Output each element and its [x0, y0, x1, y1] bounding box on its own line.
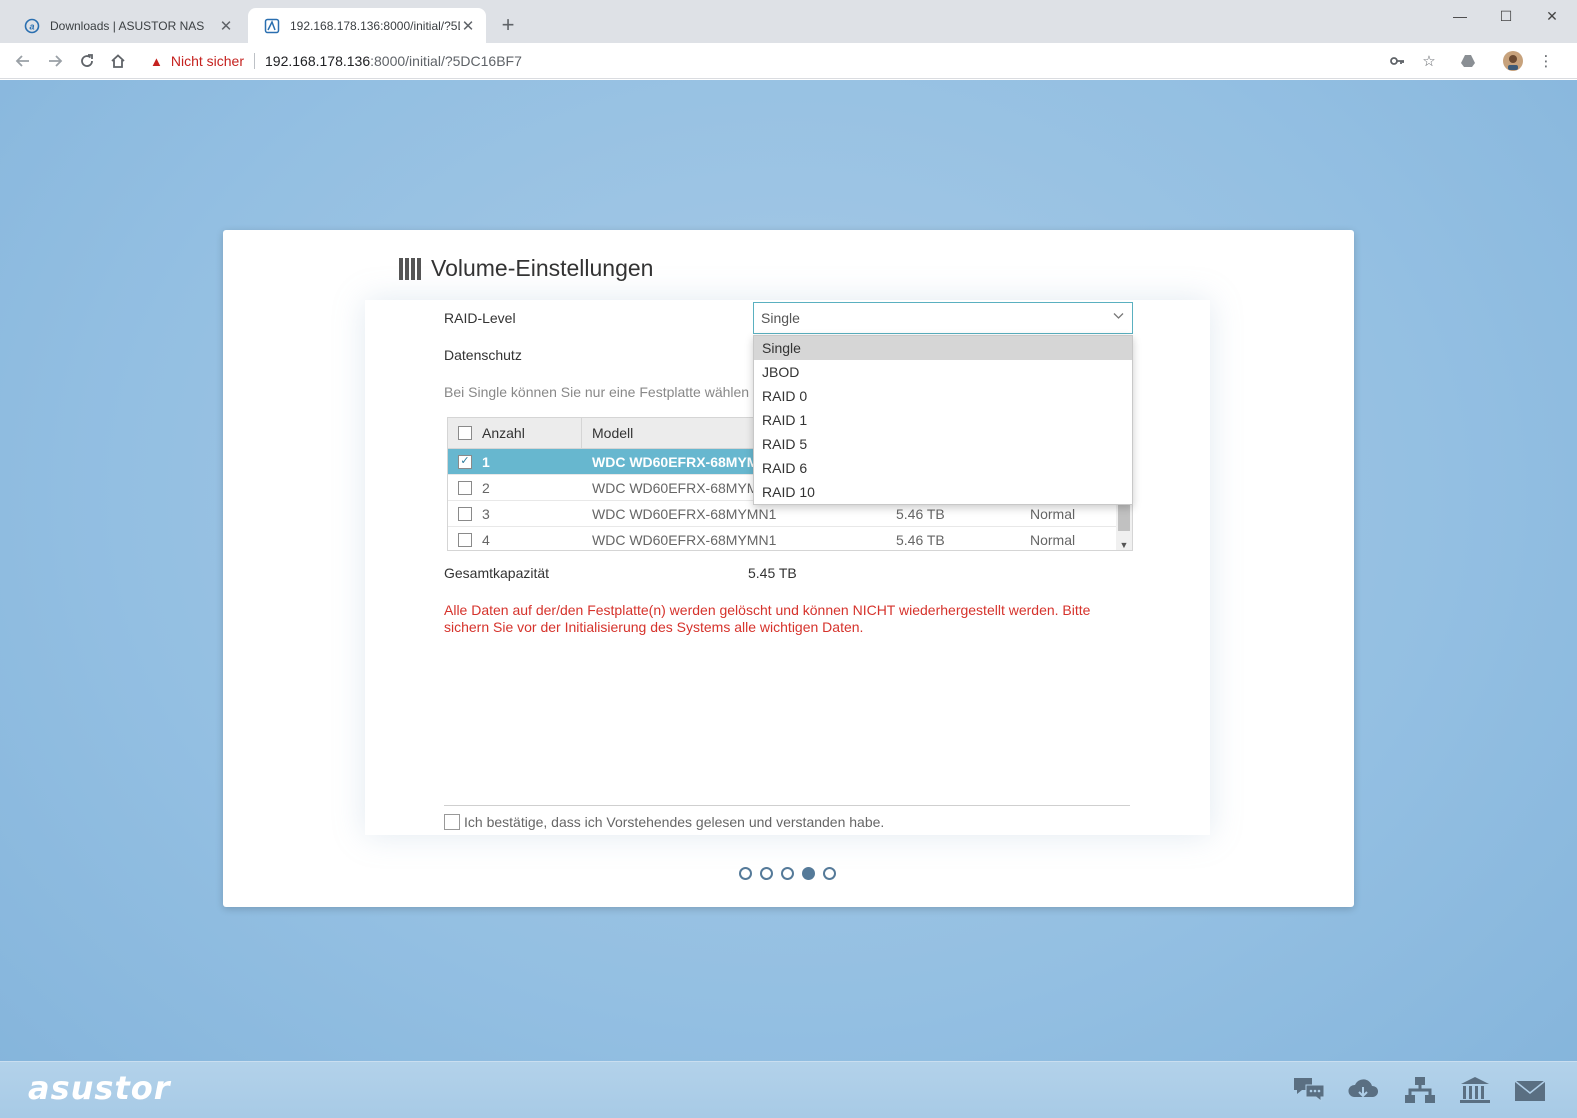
maximize-icon[interactable]: ☐ — [1483, 0, 1529, 32]
avatar[interactable] — [1500, 48, 1526, 74]
svg-text:a: a — [29, 21, 34, 31]
url-host: 192.168.178.136 — [265, 53, 371, 69]
step-dot[interactable] — [760, 867, 773, 880]
back-icon[interactable] — [10, 48, 36, 74]
asustor-favicon-icon: a — [24, 18, 40, 34]
raid-option-raid1[interactable]: RAID 1 — [754, 408, 1132, 432]
tab-close-icon[interactable]: ✕ — [218, 18, 234, 35]
reload-icon[interactable] — [74, 48, 100, 74]
scroll-down-icon[interactable]: ▼ — [1116, 540, 1132, 550]
row-number: 1 — [482, 453, 490, 470]
raid-level-label: RAID-Level — [444, 310, 516, 326]
tab-initial[interactable]: 192.168.178.136:8000/initial/?5DC16BF7 ✕ — [248, 8, 486, 43]
row-model: WDC WD60EFRX-68MYMN1 — [592, 531, 777, 548]
raid-level-select[interactable]: Single — [753, 302, 1133, 334]
row-status: Normal — [1030, 505, 1076, 522]
browser-toolbar: ▲ Nicht sicher 192.168.178.136 :8000/ini… — [0, 43, 1577, 79]
select-all-checkbox[interactable] — [458, 426, 472, 440]
security-label: Nicht sicher — [170, 53, 245, 69]
raid-option-raid0[interactable]: RAID 0 — [754, 384, 1132, 408]
row-status: Normal — [1030, 531, 1076, 548]
row-checkbox[interactable] — [458, 480, 472, 495]
bottom-bar: asustor — [0, 1061, 1577, 1118]
tab-downloads[interactable]: a Downloads | ASUSTOR NAS ✕ — [8, 8, 244, 43]
page-title-text: Volume-Einstellungen — [431, 255, 654, 281]
row-number: 3 — [482, 505, 490, 522]
row-number: 4 — [482, 531, 490, 548]
home-icon[interactable] — [105, 48, 131, 74]
address-bar[interactable]: ▲ Nicht sicher 192.168.178.136 :8000/ini… — [140, 47, 1380, 75]
datenschutz-label: Datenschutz — [444, 347, 522, 363]
raid-option-jbod[interactable]: JBOD — [754, 360, 1132, 384]
row-checkbox[interactable] — [458, 532, 472, 547]
volume-bars-icon — [399, 257, 421, 280]
raid-option-raid5[interactable]: RAID 5 — [754, 432, 1132, 456]
chat-icon[interactable] — [1292, 1075, 1326, 1105]
extension-drive-icon[interactable] — [1455, 48, 1481, 74]
step-dot[interactable] — [823, 867, 836, 880]
minimize-icon[interactable]: — — [1437, 0, 1483, 32]
wizard-page: Volume-Einstellungen RAID-Level Single D… — [0, 80, 1577, 1118]
confirm-label: Ich bestätige, dass ich Vorstehendes gel… — [464, 814, 885, 830]
tab-title: Downloads | ASUSTOR NAS — [50, 18, 205, 33]
divider — [444, 805, 1130, 806]
url-path: :8000/initial/?5DC16BF7 — [370, 53, 522, 69]
star-icon[interactable]: ☆ — [1416, 48, 1442, 74]
row-checkbox[interactable]: ✓ — [458, 454, 472, 469]
raid-option-raid10[interactable]: RAID 10 — [754, 480, 1132, 504]
key-icon[interactable] — [1384, 48, 1410, 74]
total-capacity-value: 5.45 TB — [748, 565, 797, 581]
total-capacity-label: Gesamtkapazität — [444, 565, 550, 581]
raid-level-dropdown: Single JBOD RAID 0 RAID 1 RAID 5 RAID 6 … — [753, 335, 1133, 505]
row-model: WDC WD60EFRX-68MYMN1 — [592, 505, 777, 522]
row-checkbox[interactable] — [458, 506, 472, 521]
asustor-logo: asustor — [28, 1069, 171, 1107]
table-row[interactable]: 4 WDC WD60EFRX-68MYMN1 5.46 TB Normal — [448, 527, 1132, 550]
data-loss-warning: Alle Daten auf der/den Festplatte(n) wer… — [444, 602, 1091, 635]
browser-tab-bar: a Downloads | ASUSTOR NAS ✕ 192.168.178.… — [0, 0, 1577, 43]
step-indicator — [739, 867, 836, 880]
mail-icon[interactable] — [1513, 1075, 1547, 1105]
bank-icon[interactable] — [1458, 1075, 1492, 1105]
raid-option-single[interactable]: Single — [754, 336, 1132, 360]
new-tab-icon[interactable]: + — [496, 12, 520, 37]
window-close-icon[interactable]: ✕ — [1529, 0, 1575, 32]
raid-option-raid6[interactable]: RAID 6 — [754, 456, 1132, 480]
single-hint: Bei Single können Sie nur eine Festplatt… — [444, 384, 750, 400]
row-number: 2 — [482, 479, 490, 496]
tab-close-icon[interactable]: ✕ — [460, 18, 476, 35]
column-count[interactable]: Anzahl — [482, 418, 582, 449]
step-dot[interactable] — [739, 867, 752, 880]
network-icon[interactable] — [1403, 1075, 1437, 1105]
menu-icon[interactable]: ⋮ — [1533, 48, 1559, 74]
chevron-down-icon — [1113, 311, 1124, 323]
cloud-download-icon[interactable] — [1346, 1075, 1380, 1105]
divider — [254, 53, 256, 69]
step-dot[interactable] — [781, 867, 794, 880]
scrollbar-thumb[interactable] — [1118, 501, 1130, 531]
step-dot-current[interactable] — [802, 867, 815, 880]
raid-level-value: Single — [761, 310, 800, 326]
row-capacity: 5.46 TB — [896, 505, 945, 522]
page-title: Volume-Einstellungen — [399, 255, 653, 282]
confirm-row[interactable]: Ich bestätige, dass ich Vorstehendes gel… — [444, 814, 884, 830]
warning-triangle-icon: ▲ — [150, 53, 163, 69]
confirm-checkbox[interactable] — [444, 814, 460, 830]
tab-title: 192.168.178.136:8000/initial/?5DC16BF7 — [290, 18, 460, 33]
row-capacity: 5.46 TB — [896, 531, 945, 548]
forward-icon[interactable] — [42, 48, 68, 74]
volume-settings-card: Volume-Einstellungen RAID-Level Single D… — [223, 230, 1354, 907]
asustor-favicon-icon — [264, 18, 280, 34]
